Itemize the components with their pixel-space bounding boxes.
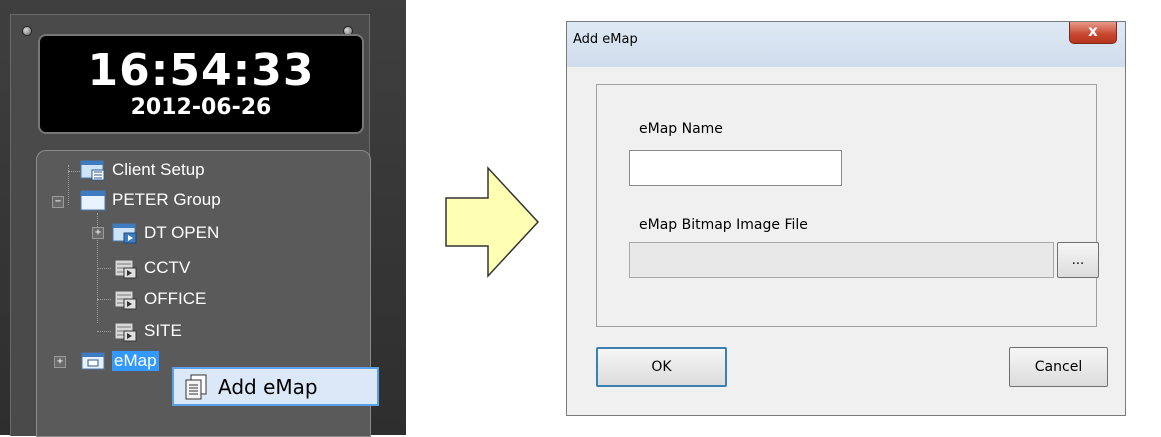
tree-item-label: Client Setup [112,160,205,179]
tree-item-label: eMap [112,351,159,371]
browse-button[interactable]: ... [1057,242,1099,278]
tree-item-office[interactable]: OFFICE [112,287,206,311]
collapse-icon[interactable]: − [52,196,64,208]
dialog-titlebar[interactable]: Add eMap x [567,22,1125,67]
dialog-title: Add eMap [573,32,638,47]
emap-name-input[interactable] [629,150,842,186]
expand-icon[interactable]: + [92,227,104,239]
cancel-button[interactable]: Cancel [1009,347,1108,387]
screw-icon [22,26,32,36]
tree-line [68,171,80,172]
tree-item-emap[interactable]: eMap [80,349,159,373]
add-emap-dialog: Add eMap x eMap Name eMap Bitmap Image F… [566,21,1126,416]
clock-display: 16:54:33 2012-06-26 [38,34,364,134]
dvr-icon [114,322,137,342]
folder-icon [80,190,106,211]
tree-item-client-setup[interactable]: Client Setup [80,158,205,182]
dvr-client-panel: 16:54:33 2012-06-26 Client Setup − PETER… [0,0,406,437]
dvr-icon [114,290,137,310]
site-icon [112,223,137,244]
emap-file-label: eMap Bitmap Image File [639,217,808,233]
close-button[interactable]: x [1069,22,1117,44]
tree-item-dt-open[interactable]: DT OPEN [112,221,219,245]
client-setup-icon [80,160,105,181]
tree-line [97,299,111,300]
right-arrow-icon [445,166,540,278]
tree-item-label: CCTV [144,258,191,277]
emap-file-input[interactable] [629,242,1054,278]
dvr-icon [114,259,137,279]
tree-item-peter-group[interactable]: PETER Group [80,188,221,212]
context-menu-label: Add eMap [218,374,318,399]
tree-item-label: DT OPEN [144,223,220,242]
tree-line [97,268,111,269]
tree-item-label: OFFICE [144,289,207,308]
tree-item-label: PETER Group [112,190,221,209]
add-emap-icon [185,374,207,399]
tree-line [97,331,111,332]
tree-item-site[interactable]: SITE [112,319,182,343]
ok-button[interactable]: OK [596,347,727,387]
tree-item-label: SITE [144,321,182,340]
clock-time: 16:54:33 [87,45,315,96]
expand-icon[interactable]: + [54,356,66,368]
context-menu-add-emap[interactable]: Add eMap [172,367,379,406]
tree-item-cctv[interactable]: CCTV [112,256,190,280]
emap-name-label: eMap Name [639,121,723,137]
clock-date: 2012-06-26 [130,95,272,120]
emap-icon [81,352,105,370]
